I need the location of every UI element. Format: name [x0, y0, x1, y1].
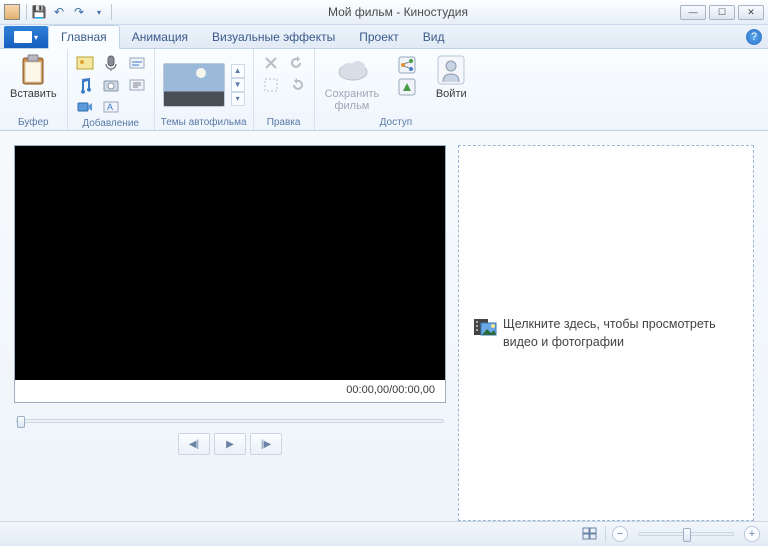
add-music-icon[interactable] — [74, 74, 96, 96]
storyboard-dropzone[interactable]: Щелкните здесь, чтобы просмотреть видео … — [458, 145, 754, 521]
group-label-themes: Темы автофильма — [161, 117, 247, 129]
seek-thumb[interactable] — [17, 416, 25, 428]
user-icon — [435, 54, 467, 86]
file-icon — [14, 31, 32, 43]
clipboard-icon — [17, 54, 49, 86]
tab-view[interactable]: Вид — [411, 26, 457, 48]
media-icon — [473, 315, 497, 339]
app-icon — [4, 4, 20, 20]
prev-frame-button[interactable]: ◀| — [178, 433, 210, 455]
undo-icon[interactable]: ↶ — [51, 4, 67, 20]
seek-bar[interactable] — [16, 419, 444, 423]
theme-gallery-nav: ▲ ▼ ▾ — [231, 64, 245, 106]
close-button[interactable]: ✕ — [738, 5, 764, 20]
group-label-edit: Правка — [267, 117, 301, 129]
quick-access-toolbar: 💾 ↶ ↷ ▾ — [31, 4, 107, 20]
delete-icon[interactable] — [260, 52, 282, 74]
add-webcam-icon[interactable] — [74, 96, 96, 118]
window-title: Мой фильм - Киностудия — [116, 5, 680, 19]
ribbon: Вставить Буфер A Добавление — [0, 49, 768, 131]
group-buffer: Вставить Буфер — [0, 49, 68, 130]
group-edit: Правка — [254, 49, 315, 130]
group-themes: ▲ ▼ ▾ Темы автофильма — [155, 49, 254, 130]
maximize-button[interactable]: ☐ — [709, 5, 735, 20]
select-all-icon[interactable] — [260, 74, 282, 96]
add-video-photo-icon[interactable] — [74, 52, 96, 74]
file-menu-button[interactable]: ▾ — [4, 26, 48, 48]
group-add: A Добавление — [68, 49, 155, 130]
tab-project[interactable]: Проект — [347, 26, 411, 48]
play-button[interactable]: ▶ — [214, 433, 246, 455]
signin-button[interactable]: Войти — [431, 52, 471, 102]
next-frame-button[interactable]: |▶ — [250, 433, 282, 455]
group-label-buffer: Буфер — [18, 117, 49, 129]
redo-icon[interactable]: ↷ — [71, 4, 87, 20]
zoom-out-button[interactable]: − — [612, 526, 628, 542]
rotate-left-icon[interactable] — [286, 52, 308, 74]
tab-home[interactable]: Главная — [48, 25, 120, 49]
paste-button[interactable]: Вставить — [6, 52, 61, 102]
title-bar: 💾 ↶ ↷ ▾ Мой фильм - Киностудия — ☐ ✕ — [0, 0, 768, 25]
add-credits-icon[interactable] — [126, 74, 148, 96]
theme-up-icon[interactable]: ▲ — [231, 64, 245, 78]
preview-panel: 00:00,00/00:00,00 ◀| ▶ |▶ — [14, 145, 446, 521]
chevron-down-icon: ▾ — [34, 33, 38, 42]
save-movie-button[interactable]: Сохранить фильм — [321, 52, 384, 114]
dropzone-text: Щелкните здесь, чтобы просмотреть видео … — [503, 315, 739, 351]
timecode: 00:00,00/00:00,00 — [15, 380, 445, 396]
transport-controls: ◀| ▶ |▶ — [14, 433, 446, 455]
share-icon-alt[interactable] — [396, 76, 418, 98]
tab-effects[interactable]: Визуальные эффекты — [200, 26, 347, 48]
preview-frame: 00:00,00/00:00,00 — [14, 145, 446, 403]
qat-dropdown-icon[interactable]: ▾ — [91, 4, 107, 20]
status-bar: − + — [0, 521, 768, 546]
group-label-add: Добавление — [82, 118, 139, 130]
save-icon[interactable]: 💾 — [31, 4, 47, 20]
share-icon[interactable] — [396, 54, 418, 76]
add-caption-icon[interactable] — [126, 52, 148, 74]
record-narration-icon[interactable] — [100, 52, 122, 74]
zoom-in-button[interactable]: + — [744, 526, 760, 542]
main-area: 00:00,00/00:00,00 ◀| ▶ |▶ Щелкните здесь… — [0, 131, 768, 521]
minimize-button[interactable]: — — [680, 5, 706, 20]
thumbnail-size-icon[interactable] — [581, 526, 599, 542]
cloud-icon — [336, 54, 368, 86]
group-access: Сохранить фильм Войти Доступ — [315, 49, 478, 130]
svg-text:A: A — [107, 102, 113, 112]
snapshot-icon[interactable] — [100, 74, 122, 96]
video-preview[interactable] — [15, 146, 445, 380]
help-icon[interactable]: ? — [746, 29, 762, 45]
ribbon-tabs: ▾ Главная Анимация Визуальные эффекты Пр… — [0, 25, 768, 49]
zoom-slider[interactable] — [638, 532, 734, 536]
tab-animation[interactable]: Анимация — [120, 26, 200, 48]
add-title-icon[interactable]: A — [100, 96, 122, 118]
zoom-thumb[interactable] — [683, 528, 691, 542]
theme-down-icon[interactable]: ▼ — [231, 78, 245, 92]
rotate-right-icon[interactable] — [286, 74, 308, 96]
group-label-access: Доступ — [380, 117, 413, 129]
theme-thumbnail[interactable] — [163, 63, 225, 107]
theme-more-icon[interactable]: ▾ — [231, 92, 245, 106]
